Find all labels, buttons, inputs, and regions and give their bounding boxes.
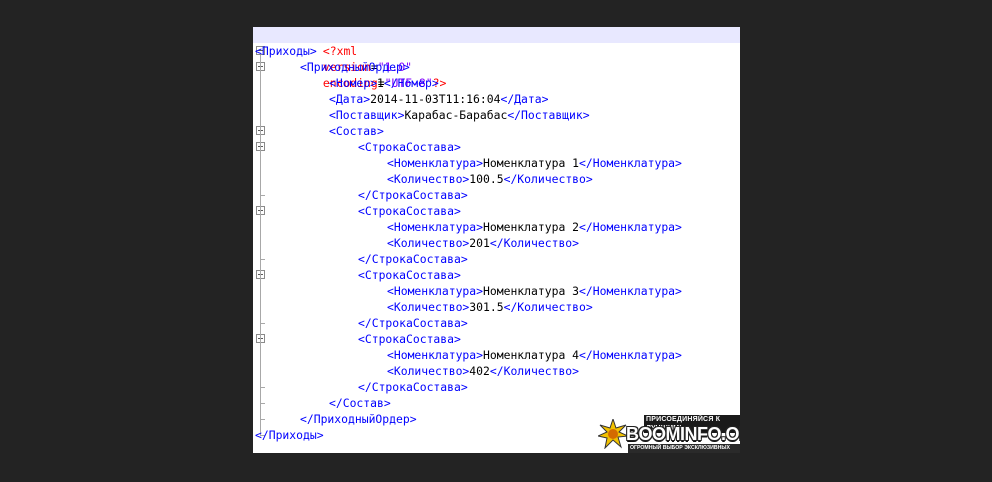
close-tag: </Номенклатура> xyxy=(579,156,682,170)
code-line: <СтрокаСостава> xyxy=(253,267,740,283)
open-tag: <Количество> xyxy=(387,236,470,250)
code-line: <Количество>100.5</Количество> xyxy=(253,171,740,187)
open-tag: <СтрокаСостава> xyxy=(358,140,461,154)
open-tag: </СтрокаСостава> xyxy=(358,380,468,394)
open-tag: <СтрокаСостава> xyxy=(358,332,461,346)
close-tag: </Количество> xyxy=(489,236,580,250)
code-line: </СтрокаСостава> xyxy=(253,187,740,203)
code-line: </Состав> xyxy=(253,395,740,411)
close-tag: </Дата> xyxy=(500,92,549,106)
open-tag: <Количество> xyxy=(387,300,470,314)
code-line: <Поставщик>Карабас-Барабас</Поставщик> xyxy=(253,107,740,123)
code-line: <СтрокаСостава> xyxy=(253,203,740,219)
code-line: <Номер>1</Номер> xyxy=(253,75,740,91)
code-line: </СтрокаСостава> xyxy=(253,251,740,267)
open-tag: </ПриходныйОрдер> xyxy=(300,412,417,426)
close-tag: </Номенклатура> xyxy=(579,220,682,234)
open-tag: </СтрокаСостава> xyxy=(358,188,468,202)
open-tag: <ПриходныйОрдер> xyxy=(300,60,410,74)
open-tag: <Дата> xyxy=(329,92,371,106)
element-value: Номенклатура 3 xyxy=(483,284,580,298)
element-value: 2014-11-03T11:16:04 xyxy=(370,92,501,106)
xml-editor[interactable]: <?xml version="1.0" encoding="UTF-8"?> <… xyxy=(253,27,740,453)
element-value: Номенклатура 4 xyxy=(483,348,580,362)
element-value: 402 xyxy=(469,364,490,378)
open-tag: <Номер> xyxy=(329,76,378,90)
open-tag: </Приходы> xyxy=(255,428,324,442)
close-tag: </Количество> xyxy=(489,364,580,378)
code-line: <СтрокаСостава> xyxy=(253,139,740,155)
open-tag: <Номенклатура> xyxy=(387,284,484,298)
element-value: 301.5 xyxy=(469,300,504,314)
code-line: <Номенклатура>Номенклатура 2</Номенклату… xyxy=(253,219,740,235)
close-tag: </Количество> xyxy=(503,172,593,186)
code-line: <ПриходныйОрдер> xyxy=(253,59,740,75)
close-tag: </Поставщик> xyxy=(507,108,590,122)
code-line: <Количество>301.5</Количество> xyxy=(253,299,740,315)
open-tag: <Номенклатура> xyxy=(387,220,484,234)
code-line: <Количество>201</Количество> xyxy=(253,235,740,251)
element-value: 100.5 xyxy=(469,172,504,186)
code-line: </СтрокаСостава> xyxy=(253,315,740,331)
code-line: <Номенклатура>Номенклатура 4</Номенклату… xyxy=(253,347,740,363)
open-tag: <Количество> xyxy=(387,364,470,378)
code-line: <Приходы> xyxy=(253,43,740,59)
xml-declaration-line: <?xml version="1.0" encoding="UTF-8"?> xyxy=(253,27,740,90)
code-line: </СтрокаСостава> xyxy=(253,379,740,395)
close-tag: </Номенклатура> xyxy=(579,284,682,298)
burst-icon xyxy=(598,419,628,449)
watermark-main-text: BOOMINFO.ORG xyxy=(626,424,740,444)
code-line: <Количество>402</Количество> xyxy=(253,363,740,379)
code-line: <Номенклатура>Номенклатура 1</Номенклату… xyxy=(253,155,740,171)
code-line: <Состав> xyxy=(253,123,740,139)
open-tag: <Поставщик> xyxy=(329,108,405,122)
boominfo-watermark: ПРИСОЕДИНЯЙСЯ К ЛУЧШИМ! BOOMINFO.ORG ОГР… xyxy=(598,415,740,453)
close-tag: </Номенклатура> xyxy=(579,348,682,362)
open-tag: <Номенклатура> xyxy=(387,156,484,170)
element-value: Карабас-Барабас xyxy=(404,108,508,122)
element-value: 201 xyxy=(469,236,490,250)
open-tag: <Приходы> xyxy=(255,44,317,58)
code-line: <Дата>2014-11-03T11:16:04</Дата> xyxy=(253,91,740,107)
open-tag: </Состав> xyxy=(329,396,391,410)
open-tag: </СтрокаСостава> xyxy=(358,252,468,266)
element-value: Номенклатура 1 xyxy=(483,156,580,170)
element-value: Номенклатура 2 xyxy=(483,220,580,234)
open-tag: <СтрокаСостава> xyxy=(358,268,461,282)
open-tag: <СтрокаСостава> xyxy=(358,204,461,218)
close-tag: </Количество> xyxy=(503,300,593,314)
code-line: <СтрокаСостава> xyxy=(253,331,740,347)
open-tag: </СтрокаСостава> xyxy=(358,316,468,330)
watermark-bottom-text: ОГРОМНЫЙ ВЫБОР ЭКСКЛЮЗИВНЫХ ТРЕНИНГОВ xyxy=(628,444,740,453)
open-tag: <Номенклатура> xyxy=(387,348,484,362)
code-line: <Номенклатура>Номенклатура 3</Номенклату… xyxy=(253,283,740,299)
open-tag: <Количество> xyxy=(387,172,470,186)
open-tag: <Состав> xyxy=(329,124,384,138)
close-tag: </Номер> xyxy=(383,76,439,90)
element-value: 1 xyxy=(377,76,384,90)
